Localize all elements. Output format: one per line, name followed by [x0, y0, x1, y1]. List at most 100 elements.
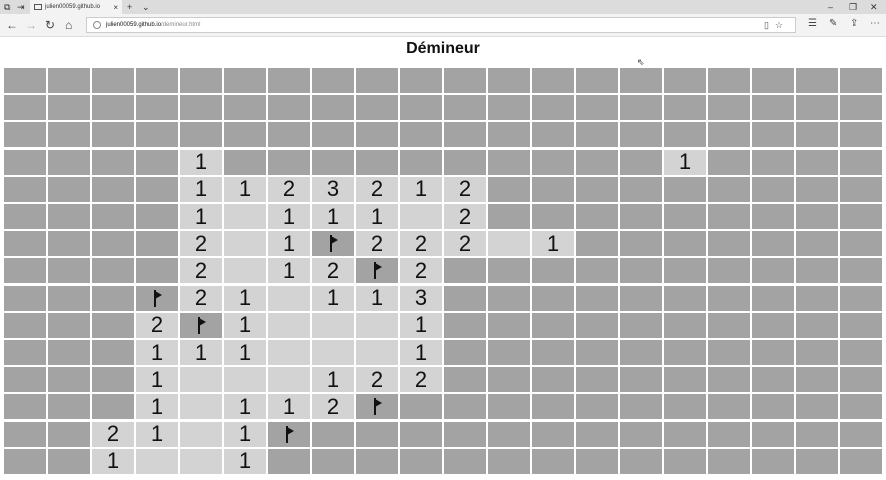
window-close-button[interactable]: ✕	[870, 0, 878, 14]
tab-menu-icon[interactable]: ⌄	[142, 0, 150, 14]
board-cell[interactable]	[752, 204, 794, 229]
board-cell[interactable]	[356, 122, 398, 148]
board-cell[interactable]	[4, 448, 46, 474]
board-cell[interactable]	[92, 312, 134, 338]
board-cell[interactable]	[620, 176, 662, 202]
board-cell[interactable]	[752, 258, 794, 284]
board-cell[interactable]	[796, 176, 838, 202]
board-cell[interactable]	[356, 149, 398, 175]
board-cell[interactable]	[708, 122, 750, 148]
board-cell[interactable]	[444, 312, 486, 338]
board-cell[interactable]	[4, 421, 46, 447]
board-cell[interactable]	[312, 95, 354, 121]
board-cell[interactable]	[576, 367, 618, 393]
board-cell[interactable]	[488, 204, 530, 229]
board-cell[interactable]	[620, 448, 662, 474]
board-cell[interactable]	[488, 68, 530, 93]
board-cell[interactable]: 2	[312, 394, 354, 420]
board-cell[interactable]: 1	[224, 176, 266, 202]
board-cell[interactable]	[708, 367, 750, 393]
board-cell[interactable]	[620, 68, 662, 93]
board-cell[interactable]	[488, 95, 530, 121]
board-cell[interactable]	[796, 122, 838, 148]
board-cell[interactable]	[664, 68, 706, 93]
board-cell[interactable]	[400, 421, 442, 447]
board-cell[interactable]	[620, 204, 662, 229]
board-cell[interactable]	[92, 68, 134, 93]
board-cell[interactable]: 1	[356, 204, 398, 229]
board-cell[interactable]	[576, 312, 618, 338]
board-cell[interactable]	[180, 448, 222, 474]
home-icon[interactable]: ⌂	[65, 17, 72, 33]
board-cell[interactable]: 1	[136, 394, 178, 420]
board-cell[interactable]	[136, 176, 178, 202]
board-cell[interactable]	[796, 340, 838, 365]
board-cell[interactable]	[796, 231, 838, 257]
board-cell[interactable]	[488, 421, 530, 447]
board-cell[interactable]: 1	[356, 285, 398, 311]
board-cell[interactable]	[4, 176, 46, 202]
board-cell[interactable]	[48, 258, 90, 284]
minimize-button[interactable]: –	[828, 0, 833, 14]
board-cell[interactable]	[620, 421, 662, 447]
board-cell[interactable]	[576, 231, 618, 257]
board-cell[interactable]	[48, 231, 90, 257]
board-cell[interactable]	[796, 312, 838, 338]
board-cell[interactable]: 1	[136, 421, 178, 447]
board-cell[interactable]: 1	[224, 340, 266, 365]
board-cell[interactable]: 3	[312, 176, 354, 202]
board-cell[interactable]	[488, 122, 530, 148]
board-cell[interactable]	[664, 176, 706, 202]
board-cell[interactable]	[4, 149, 46, 175]
board-cell[interactable]	[664, 312, 706, 338]
board-cell[interactable]	[752, 176, 794, 202]
board-cell[interactable]	[576, 448, 618, 474]
board-cell[interactable]	[620, 340, 662, 365]
board-cell[interactable]	[356, 68, 398, 93]
board-cell[interactable]	[312, 68, 354, 93]
board-cell[interactable]	[664, 204, 706, 229]
board-cell[interactable]	[752, 367, 794, 393]
board-cell[interactable]	[268, 367, 310, 393]
board-cell[interactable]	[224, 231, 266, 257]
board-cell[interactable]	[796, 95, 838, 121]
board-cell[interactable]	[136, 258, 178, 284]
board-cell[interactable]	[532, 258, 574, 284]
board-cell[interactable]	[400, 95, 442, 121]
board-cell[interactable]	[708, 258, 750, 284]
board-cell[interactable]	[4, 204, 46, 229]
board-cell[interactable]	[488, 340, 530, 365]
board-cell[interactable]	[312, 231, 354, 257]
board-cell[interactable]	[796, 204, 838, 229]
board-cell[interactable]	[840, 394, 882, 420]
board-cell[interactable]	[268, 122, 310, 148]
board-cell[interactable]: 2	[180, 231, 222, 257]
board-cell[interactable]	[840, 176, 882, 202]
board-cell[interactable]	[488, 231, 530, 257]
board-cell[interactable]	[576, 340, 618, 365]
board-cell[interactable]	[752, 285, 794, 311]
board-cell[interactable]	[268, 95, 310, 121]
board-cell[interactable]	[532, 394, 574, 420]
board-cell[interactable]	[92, 231, 134, 257]
board-cell[interactable]	[48, 68, 90, 93]
board-cell[interactable]	[48, 176, 90, 202]
board-cell[interactable]	[796, 448, 838, 474]
board-cell[interactable]	[92, 285, 134, 311]
board-cell[interactable]	[48, 122, 90, 148]
board-cell[interactable]	[4, 258, 46, 284]
board-cell[interactable]	[444, 149, 486, 175]
board-cell[interactable]	[664, 285, 706, 311]
board-cell[interactable]	[312, 122, 354, 148]
tab-close-icon[interactable]: ×	[113, 3, 118, 12]
board-cell[interactable]	[400, 149, 442, 175]
board-cell[interactable]	[840, 231, 882, 257]
reading-view-favorite-icons[interactable]: ▯☆	[764, 20, 789, 31]
board-cell[interactable]	[136, 95, 178, 121]
board-cell[interactable]	[664, 231, 706, 257]
board-cell[interactable]	[752, 68, 794, 93]
board-cell[interactable]	[752, 95, 794, 121]
board-cell[interactable]	[532, 95, 574, 121]
board-cell[interactable]	[488, 258, 530, 284]
board-cell[interactable]: 1	[136, 367, 178, 393]
